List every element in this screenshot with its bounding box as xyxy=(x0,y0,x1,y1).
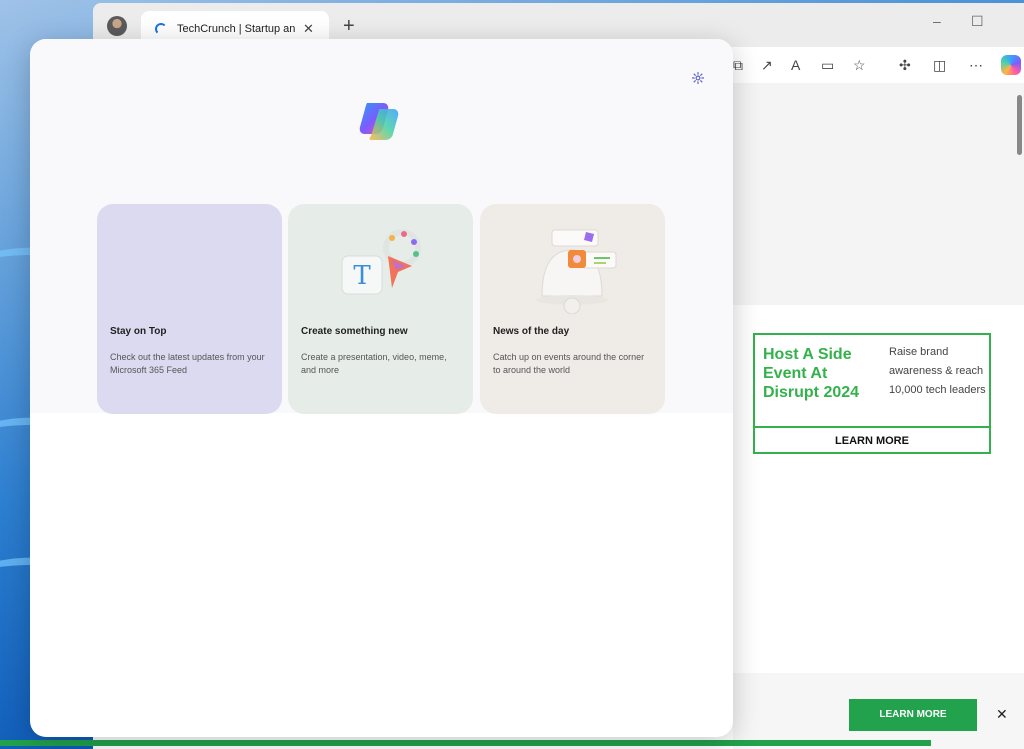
open-external-icon[interactable]: ↗ xyxy=(761,57,773,74)
card-stay-on-top[interactable]: Stay on Top Check out the latest updates… xyxy=(97,204,282,414)
ad-copy: Raise brand awareness & reach 10,000 tec… xyxy=(889,346,986,396)
scrollbar[interactable] xyxy=(1017,95,1022,155)
minimize-icon[interactable]: – xyxy=(933,13,941,29)
card-news-of-the-day[interactable]: News of the day Catch up on events aroun… xyxy=(480,204,665,414)
copilot-button[interactable] xyxy=(1001,55,1021,75)
immersive-reader-icon[interactable]: ▭ xyxy=(821,57,834,74)
notification-bell-illustration-icon xyxy=(536,229,617,314)
page-bottom-accent xyxy=(0,740,931,746)
loading-spinner-icon xyxy=(155,23,167,35)
card-create-something-new[interactable]: T Create something new Create a presenta… xyxy=(288,204,473,414)
card-title: Create something new xyxy=(301,326,408,337)
favorites-icon[interactable]: ☆ xyxy=(853,57,866,74)
ad-headline: Host A Side Event At Disrupt 2024 xyxy=(763,346,860,401)
close-icon[interactable]: ✕ xyxy=(303,21,314,37)
page-header-area xyxy=(733,83,1024,305)
more-icon[interactable]: ⋯ xyxy=(969,57,983,74)
extensions-icon[interactable]: ✣ xyxy=(899,57,911,74)
bottom-banner: LEARN MORE ✕ xyxy=(733,673,1024,749)
card-description: Create a presentation, video, meme, and … xyxy=(301,352,447,375)
svg-text:T: T xyxy=(353,261,371,291)
read-aloud-icon[interactable]: A xyxy=(791,57,800,73)
ad-divider xyxy=(755,426,989,428)
close-icon[interactable]: ✕ xyxy=(996,706,1008,723)
maximize-icon[interactable]: ☐ xyxy=(971,13,984,30)
banner-learn-more-button[interactable]: LEARN MORE xyxy=(849,699,977,731)
side-ad[interactable]: Host A Side Event At Disrupt 2024 Raise … xyxy=(753,333,991,454)
split-screen-icon[interactable]: ◫ xyxy=(933,57,946,74)
app-available-icon[interactable]: ⧉ xyxy=(733,57,743,74)
card-title: Stay on Top xyxy=(110,326,167,337)
ad-learn-more-button[interactable]: LEARN MORE xyxy=(755,429,989,454)
settings-icon[interactable] xyxy=(691,71,705,85)
tab-title: TechCrunch | Startup and Te xyxy=(177,23,295,35)
card-description: Check out the latest updates from your M… xyxy=(110,352,265,375)
create-illustration-icon: T xyxy=(341,229,421,295)
card-description: Catch up on events around the corner to … xyxy=(493,352,645,375)
copilot-logo-icon xyxy=(359,103,399,140)
profile-avatar[interactable] xyxy=(107,16,127,36)
plus-icon[interactable]: + xyxy=(343,15,355,38)
card-title: News of the day xyxy=(493,326,570,337)
copilot-panel: Stay on Top Check out the latest updates… xyxy=(30,39,733,737)
